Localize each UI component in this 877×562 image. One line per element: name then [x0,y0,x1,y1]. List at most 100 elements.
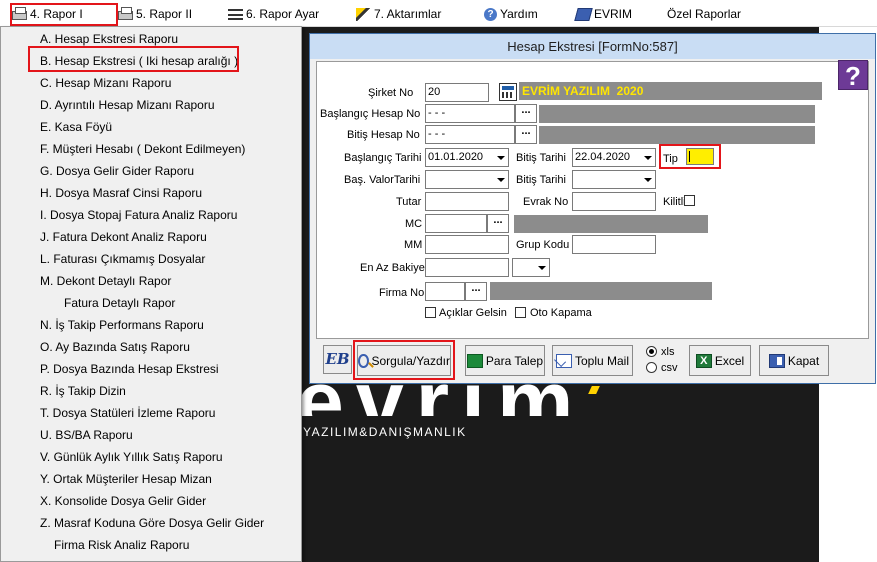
csv-label: csv [661,362,678,374]
menu-item-c[interactable]: C. Hesap Mizanı Raporu [1,72,301,94]
menu-item-z[interactable]: Z. Masraf Koduna Göre Dosya Gelir Gider [1,512,301,534]
menu-bar: 4. Rapor I 5. Rapor II 6. Rapor Ayar 7. … [0,0,877,27]
aciklar-gelsin-checkbox[interactable] [425,307,436,318]
evrak-no-input[interactable] [572,192,656,211]
list-icon [228,8,243,20]
chevron-down-icon [497,178,505,182]
toplu-mail-button[interactable]: Toplu Mail [552,345,633,376]
bitis-hesap-name [539,126,815,144]
kapat-button[interactable]: Kapat [759,345,829,376]
logo-tagline: YAZILIM&DANIŞMANLIK [303,425,467,439]
bitis-hesap-lookup-button[interactable]: ... [515,125,537,144]
menu-evrim[interactable]: EVRIM [574,3,632,25]
en-az-bakiye-label: En Az Bakiye [360,262,425,274]
menu-item-u[interactable]: U. BS/BA Raporu [1,424,301,446]
baslangic-hesap-lookup-button[interactable]: ... [515,104,537,123]
bitis-tarihi-label: Bitiş Tarihi [516,152,566,164]
window-title: Hesap Ekstresi [FormNo:587] [310,34,875,59]
oto-kapama-label: Oto Kapama [530,307,592,319]
mail-icon [555,353,572,368]
menu-item-i[interactable]: I. Dosya Stopaj Fatura Analiz Raporu [1,204,301,226]
baslangic-hesap-label: Başlangıç Hesap No [320,108,421,120]
evrim-icon [574,7,593,21]
menu-item-d[interactable]: D. Ayrıntılı Hesap Mizanı Raporu [1,94,301,116]
bitis-valor-picker[interactable] [572,170,656,189]
menu-item-fatura-detayli[interactable]: Fatura Detaylı Rapor [1,292,301,314]
menu-item-e[interactable]: E. Kasa Föyü [1,116,301,138]
en-az-bakiye-input[interactable] [425,258,509,277]
filter-panel: Şirket No 20 Başlangıç Hesap No - - - ..… [316,61,869,339]
grup-kodu-label: Grup Kodu [516,239,570,251]
mc-name [514,215,708,233]
menu-item-r[interactable]: R. İş Takip Dizin [1,380,301,402]
excel-icon: X [695,353,712,368]
tutar-input[interactable] [425,192,509,211]
menu-item-g[interactable]: G. Dosya Gelir Gider Raporu [1,160,301,182]
baslangic-hesap-input[interactable]: - - - [425,104,515,123]
menu-item-v[interactable]: V. Günlük Aylık Yıllık Satış Raporu [1,446,301,468]
eb-logo-button[interactable]: EB [323,345,352,374]
menu-ozel-raporlar[interactable]: Özel Raporlar [667,3,741,25]
menu-item-o[interactable]: O. Ay Bazında Satış Raporu [1,336,301,358]
firma-no-lookup-button[interactable]: ... [465,282,487,301]
sirket-no-label: Şirket No [368,87,414,99]
menu-yardim[interactable]: ? Yardım [484,3,538,25]
en-az-bakiye-operator[interactable] [512,258,550,277]
bitis-tarihi-picker[interactable]: 22.04.2020 [572,148,656,167]
printer-icon [118,7,133,20]
xls-radio[interactable] [646,346,657,357]
bitis-hesap-input[interactable]: - - - [425,125,515,144]
menu-item-p[interactable]: P. Dosya Bazında Hesap Ekstresi [1,358,301,380]
rapor-1-dropdown: A. Hesap Ekstresi Raporu B. Hesap Ekstre… [0,26,302,562]
firma-no-label: Firma No [379,287,425,299]
menu-rapor-2[interactable]: 5. Rapor II [118,3,192,25]
chevron-down-icon [538,266,546,270]
excel-button[interactable]: X Excel [689,345,751,376]
highlight-menu-item-b [28,46,239,72]
menu-item-n[interactable]: N. İş Takip Performans Raporu [1,314,301,336]
evrak-no-label: Evrak No [523,196,569,208]
menu-item-firma-risk[interactable]: Firma Risk Analiz Raporu [1,534,301,556]
sirket-no-input[interactable]: 20 [425,83,489,102]
bas-valor-picker[interactable] [425,170,509,189]
highlight-menu-rapor-1 [10,3,118,26]
para-talep-button[interactable]: Para Talep [465,345,545,376]
baslangic-tarihi-picker[interactable]: 01.01.2020 [425,148,509,167]
chevron-down-icon [644,156,652,160]
baslangic-tarihi-label: Başlangıç Tarihi [344,152,422,164]
menu-aktarimlar[interactable]: 7. Aktarımlar [356,3,441,25]
menu-item-l[interactable]: L. Faturası Çıkmamış Dosyalar [1,248,301,270]
calculator-icon[interactable] [499,83,517,101]
menu-item-y[interactable]: Y. Ortak Müşteriler Hesap Mizan [1,468,301,490]
menu-item-h[interactable]: H. Dosya Masraf Cinsi Raporu [1,182,301,204]
highlight-sorgula-button [353,340,455,380]
menu-item-f[interactable]: F. Müşteri Hesabı ( Dekont Edilmeyen) [1,138,301,160]
oto-kapama-checkbox[interactable] [515,307,526,318]
bas-valor-label: Baş. ValorTarihi [344,174,421,186]
chevron-down-icon [644,178,652,182]
money-icon [466,353,483,368]
csv-radio[interactable] [646,362,657,373]
menu-item-m[interactable]: M. Dekont Detaylı Rapor [1,270,301,292]
mc-input[interactable] [425,214,487,233]
tutar-label: Tutar [396,196,422,208]
menu-item-x[interactable]: X. Konsolide Dosya Gelir Gider [1,490,301,512]
help-button[interactable]: ? [838,60,868,91]
wand-icon [356,7,371,21]
exit-door-icon [768,353,785,368]
firma-no-input[interactable] [425,282,465,301]
chevron-down-icon [497,156,505,160]
mc-lookup-button[interactable]: ... [487,214,509,233]
hesap-ekstresi-window: Hesap Ekstresi [FormNo:587] Şirket No 20… [309,33,876,384]
baslangic-hesap-name [539,105,815,123]
menu-rapor-ayar[interactable]: 6. Rapor Ayar [228,3,319,25]
kilitli-checkbox[interactable] [684,195,695,206]
menu-item-t[interactable]: T. Dosya Statüleri İzleme Raporu [1,402,301,424]
firma-name [490,282,712,300]
mc-label: MC [405,218,423,230]
highlight-tip-field [659,144,721,169]
bitis-valor-label: Bitiş Tarihi [516,174,566,186]
mm-input[interactable] [425,235,509,254]
menu-item-j[interactable]: J. Fatura Dekont Analiz Raporu [1,226,301,248]
grup-kodu-input[interactable] [572,235,656,254]
